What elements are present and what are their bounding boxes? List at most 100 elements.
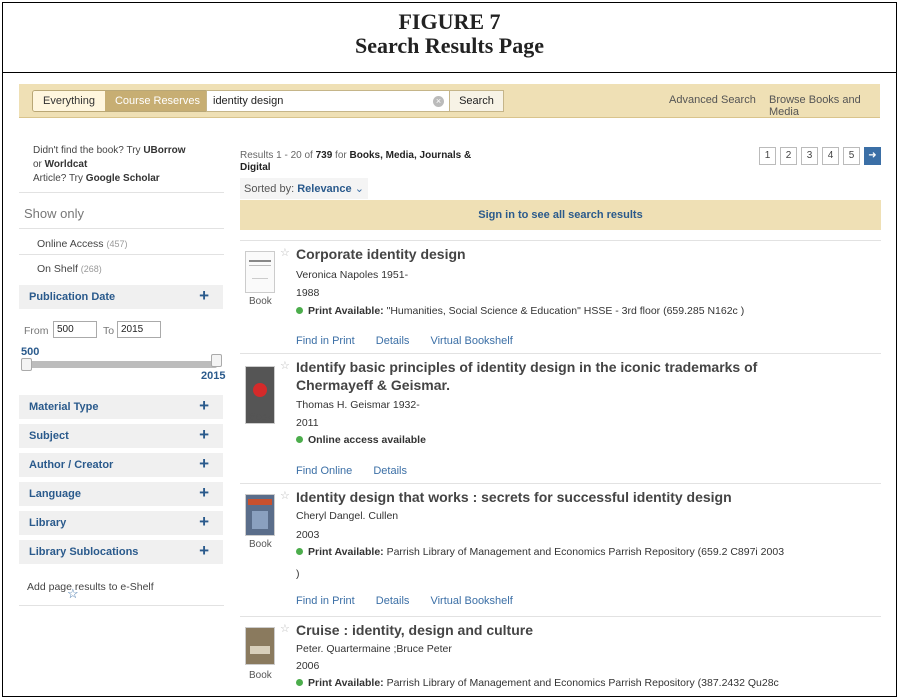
record-author: Peter. Quartermaine ;Bruce Peter (296, 643, 452, 655)
add-shelf-label: Add page results to e-Shelf (27, 581, 154, 593)
search-button[interactable]: Search (449, 90, 504, 112)
status-label: Print Available: (308, 305, 384, 317)
facet-language[interactable]: Language + (19, 482, 223, 507)
record-title[interactable]: Identify basic principles of identity de… (296, 358, 766, 394)
record-year: 1988 (296, 287, 320, 299)
facet-publication-date[interactable]: Publication Date + (19, 285, 223, 310)
result-record: Book ☆ Identify basic principles of iden… (240, 353, 881, 483)
on-shelf-filter[interactable]: On Shelf (268) (37, 263, 102, 275)
record-title[interactable]: Cruise : identity, design and culture (296, 621, 766, 639)
record-title[interactable]: Identity design that works : secrets for… (296, 488, 766, 506)
worldcat-link[interactable]: Worldcat (45, 159, 88, 170)
star-outline-icon[interactable]: ☆ (280, 622, 290, 635)
to-year-input[interactable]: 2015 (117, 321, 161, 338)
book-cover-thumbnail[interactable] (245, 627, 275, 665)
record-location: "Humanities, Social Science & Education"… (386, 305, 745, 317)
status-label: Print Available: (308, 677, 384, 689)
find-online-link[interactable]: Find Online (296, 465, 352, 477)
count-mid: for (332, 150, 350, 161)
pagination: 1 2 3 4 5 ➜ (759, 147, 881, 165)
expand-plus-icon[interactable]: + (199, 396, 209, 416)
on-shelf-label: On Shelf (37, 263, 78, 275)
from-year-input[interactable]: 500 (53, 321, 97, 338)
online-access-filter[interactable]: Online Access (457) (37, 238, 127, 250)
search-input[interactable]: identity design × (206, 90, 451, 112)
star-outline-icon[interactable]: ☆ (280, 489, 290, 502)
facet-label: Library Sublocations (29, 546, 139, 558)
page-2-button[interactable]: 2 (780, 147, 797, 165)
virtual-bookshelf-link[interactable]: Virtual Bookshelf (430, 335, 512, 347)
search-bar: Everything Course Reserves identity desi… (19, 84, 880, 118)
expand-plus-icon[interactable]: + (199, 512, 209, 532)
online-access-label: Online Access (37, 238, 104, 250)
facet-label: Publication Date (29, 291, 116, 303)
record-author: Thomas H. Geismar 1932- (296, 399, 420, 411)
show-only-heading: Show only (24, 206, 84, 221)
sign-in-banner[interactable]: Sign in to see all search results (240, 200, 881, 230)
record-title[interactable]: Corporate identity design (296, 245, 766, 263)
details-link[interactable]: Details (373, 465, 407, 477)
availability-status: Print Available: "Humanities, Social Sci… (296, 305, 744, 317)
facet-label: Language (29, 488, 81, 500)
from-label: From (24, 325, 49, 337)
record-location: Parrish Library of Management and Econom… (386, 677, 779, 689)
expand-plus-icon[interactable]: + (199, 541, 209, 561)
range-min-value: 500 (21, 346, 40, 358)
page-3-button[interactable]: 3 (801, 147, 818, 165)
record-year: 2003 (296, 529, 320, 541)
status-label: Print Available: (308, 546, 384, 558)
count-prefix: Results 1 - 20 of (240, 150, 316, 161)
add-to-eshelf-link[interactable]: ☆ Add page results to e-Shelf (27, 581, 154, 601)
find-in-print-link[interactable]: Find in Print (296, 335, 355, 347)
star-outline-icon[interactable]: ☆ (280, 246, 290, 259)
divider (19, 228, 224, 229)
next-arrow-icon[interactable]: ➜ (864, 147, 881, 165)
facet-label: Library (29, 517, 67, 529)
find-in-print-link[interactable]: Find in Print (296, 595, 355, 607)
facet-library-sublocations[interactable]: Library Sublocations + (19, 540, 223, 565)
browse-books-link[interactable]: Browse Books and Media (769, 94, 880, 118)
facet-author-creator[interactable]: Author / Creator + (19, 453, 223, 478)
facet-library[interactable]: Library + (19, 511, 223, 536)
google-scholar-link[interactable]: Google Scholar (86, 173, 160, 184)
details-link[interactable]: Details (376, 335, 410, 347)
virtual-bookshelf-link[interactable]: Virtual Bookshelf (430, 595, 512, 607)
book-cover-thumbnail[interactable] (245, 251, 275, 293)
uborrow-link[interactable]: UBorrow (143, 145, 185, 156)
scope-everything-tab[interactable]: Everything (33, 91, 105, 111)
result-record: Book ☆ Cruise : identity, design and cul… (240, 616, 881, 696)
expand-plus-icon[interactable]: + (199, 425, 209, 445)
facet-subject[interactable]: Subject + (19, 424, 223, 449)
page-5-button[interactable]: 5 (843, 147, 860, 165)
range-max-value: 2015 (201, 370, 226, 382)
slider-max-handle[interactable] (211, 354, 222, 367)
expand-plus-icon[interactable]: + (199, 286, 209, 306)
book-cover-thumbnail[interactable] (245, 494, 275, 536)
date-range-slider[interactable] (21, 354, 222, 371)
advanced-search-link[interactable]: Advanced Search (669, 94, 756, 106)
page-4-button[interactable]: 4 (822, 147, 839, 165)
record-year: 2006 (296, 660, 320, 672)
facet-material-type[interactable]: Material Type + (19, 395, 223, 420)
record-location: Parrish Library of Management and Econom… (386, 546, 785, 558)
scope-course-reserves-tab[interactable]: Course Reserves (104, 91, 210, 111)
divider (19, 254, 224, 255)
page-1-button[interactable]: 1 (759, 147, 776, 165)
figure-caption: FIGURE 7 Search Results Page (3, 3, 896, 73)
sort-dropdown[interactable]: Sorted by: Relevance ⌄ (240, 178, 368, 199)
figure-subtitle: Search Results Page (354, 33, 545, 58)
star-outline-icon[interactable]: ☆ (280, 359, 290, 372)
search-input-value: identity design (213, 95, 284, 107)
availability-status: Online access available (296, 434, 426, 446)
clear-icon[interactable]: × (433, 96, 444, 107)
to-label: To (103, 325, 115, 337)
record-actions: Find in Print Details Virtual Bookshelf (296, 335, 531, 347)
expand-plus-icon[interactable]: + (199, 483, 209, 503)
details-link[interactable]: Details (376, 595, 410, 607)
count-value: 739 (315, 150, 333, 161)
slider-min-handle[interactable] (21, 358, 32, 371)
expand-plus-icon[interactable]: + (199, 454, 209, 474)
record-actions: Find Online Details (296, 465, 425, 477)
results-count: Results 1 - 20 of 739 for Books, Media, … (240, 150, 500, 174)
divider (19, 605, 224, 606)
